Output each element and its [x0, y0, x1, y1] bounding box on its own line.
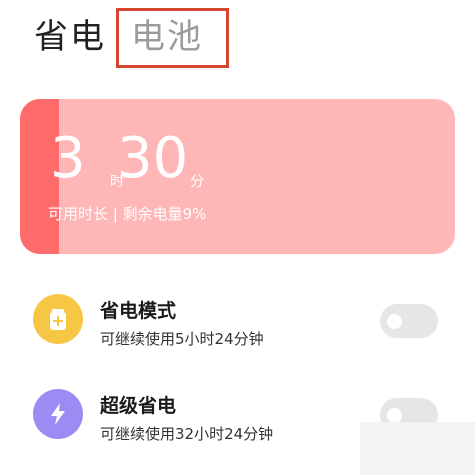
tab-power-saving[interactable]: 省电 [34, 16, 106, 58]
tab-highlight-box [116, 8, 229, 68]
battery-plus-icon [33, 294, 83, 344]
power-saving-mode-subtitle: 可继续使用5小时24分钟 [100, 330, 264, 348]
remaining-time-label: 可用时长 | 剩余电量9% [48, 205, 207, 223]
power-saving-mode-toggle[interactable] [380, 304, 438, 338]
hours-value: 3 [50, 126, 86, 191]
bottom-edge-blur [360, 422, 475, 475]
battery-card: 3 时 30 分 可用时长 | 剩余电量9% [20, 99, 455, 254]
power-saving-mode-title: 省电模式 [100, 300, 177, 322]
toggle-knob [387, 408, 402, 423]
super-power-saving-subtitle: 可继续使用32小时24分钟 [100, 425, 274, 443]
toggle-knob [387, 314, 402, 329]
minutes-unit: 分 [190, 174, 204, 190]
minutes-value: 30 [117, 126, 189, 191]
super-power-saving-title: 超级省电 [100, 395, 177, 417]
lightning-bolt-icon [33, 389, 83, 439]
